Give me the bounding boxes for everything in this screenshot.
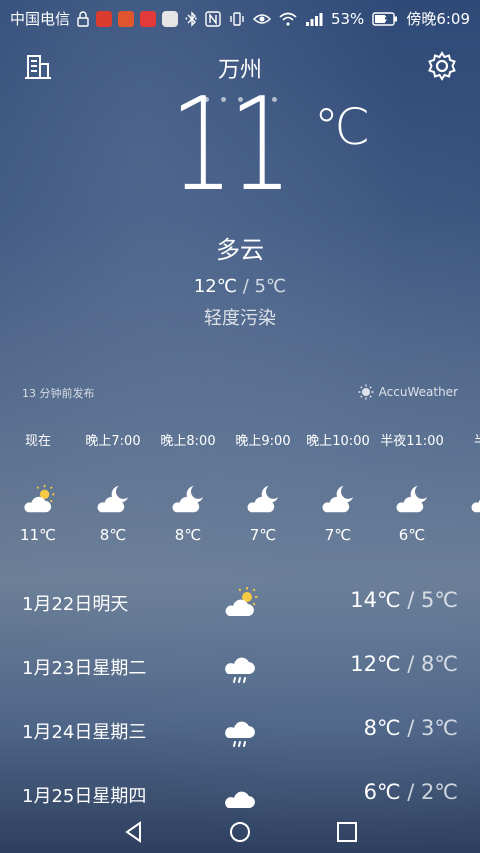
hourly-time: 晚上7:00 — [85, 434, 141, 449]
daily-high: 14℃ — [350, 588, 401, 612]
hourly-time: 晚上10:00 — [306, 434, 370, 449]
carrier-name: 中国电信 — [10, 10, 71, 28]
daily-date: 1月22日明天 — [22, 594, 129, 615]
hourly-temp: 7℃ — [324, 526, 352, 544]
news-app-icon — [96, 10, 113, 27]
hourly-time: 晚上9:00 — [235, 434, 291, 449]
hourly-temp: 6 — [451, 526, 480, 544]
daily-low: 2℃ — [421, 780, 458, 804]
battery-percent: 53% — [330, 9, 365, 28]
daily-temps: 14℃ / 5℃ — [350, 588, 458, 612]
bluetooth-icon — [187, 10, 196, 27]
hourly-item: 半夜11:00 6℃ — [376, 430, 448, 544]
hourly-time: 晚上8:00 — [160, 434, 216, 449]
accuweather-sun-icon — [358, 384, 374, 400]
hourly-temp: 6℃ — [398, 526, 426, 544]
today-high: 12℃ — [193, 276, 237, 297]
status-bar: 中国电信 ··· 53% 傍晚6:09 — [0, 0, 480, 34]
daily-date: 1月23日星期二 — [22, 658, 147, 679]
data-provider[interactable]: AccuWeather — [358, 384, 458, 400]
temp-separator: / — [400, 588, 422, 612]
clock: 傍晚6:09 — [406, 10, 470, 28]
settings-gear-icon[interactable] — [426, 50, 458, 82]
hourly-temp: 11℃ — [20, 526, 56, 544]
signal-icon — [305, 12, 323, 26]
current-temperature: 11 — [170, 71, 292, 220]
temp-separator: / — [400, 716, 422, 740]
home-icon[interactable] — [226, 818, 254, 846]
vibrate-icon — [230, 11, 244, 26]
today-low: 5℃ — [254, 276, 287, 297]
hourly-item: 晚上9:00 7℃ — [227, 430, 299, 544]
partly-cloudy-day-icon — [225, 587, 258, 616]
shopping-app-icon — [140, 10, 157, 27]
daily-temps: 6℃ / 2℃ — [364, 780, 458, 804]
hourly-time: 半夜11:00 — [380, 434, 444, 449]
daily-high: 8℃ — [363, 716, 401, 740]
video-app-icon — [118, 10, 135, 27]
light-rain-icon — [225, 721, 255, 747]
hourly-item: 晚上10:00 7℃ — [302, 430, 374, 544]
hourly-forecast[interactable]: 现在 11℃ 晚上7:00 8℃ 晚上8:00 8℃ 晚上9:00 7℃ 晚上10:00 7℃ 半夜… — [0, 430, 480, 550]
hourly-time: 现在 — [24, 434, 51, 449]
weather-condition: 多云 — [216, 236, 264, 264]
daily-row[interactable]: 1月24日星期三 8℃ / 3℃ — [0, 703, 480, 763]
hourly-temp: 8℃ — [174, 526, 202, 544]
battery-icon — [372, 11, 398, 26]
hourly-item: 晚上7:00 8℃ — [77, 430, 149, 544]
daily-low: 5℃ — [421, 588, 458, 612]
partly-cloudy-night-icon — [247, 485, 279, 513]
daily-low: 8℃ — [421, 652, 458, 676]
published-time: 13 分钟前发布 — [22, 387, 95, 400]
daily-row[interactable]: 1月23日星期二 12℃ / 8℃ — [0, 639, 480, 699]
temperature-unit: ℃ — [314, 98, 371, 156]
hourly-item: 半夜 6 — [451, 430, 480, 544]
partly-cloudy-night-icon — [322, 485, 354, 513]
air-quality[interactable]: 轻度污染 — [0, 304, 480, 330]
partly-cloudy-day-icon — [24, 484, 55, 513]
eye-comfort-icon — [252, 13, 271, 24]
cloudy-icon — [225, 791, 255, 808]
daily-temps: 12℃ / 8℃ — [350, 652, 458, 676]
hourly-temp: 7℃ — [249, 526, 277, 544]
nfc-icon — [205, 10, 221, 27]
daily-temps: 8℃ / 3℃ — [364, 716, 458, 740]
hourly-time: 半夜 — [451, 430, 480, 454]
wifi-icon — [279, 12, 297, 26]
temp-separator: / — [400, 780, 422, 804]
hourly-temp: 8℃ — [99, 526, 127, 544]
hourly-item: 晚上8:00 8℃ — [152, 430, 224, 544]
daily-high: 12℃ — [350, 652, 401, 676]
lock-notification-icon — [77, 10, 89, 27]
daily-high: 6℃ — [363, 780, 401, 804]
today-high-low: 12℃ / 5℃ — [0, 276, 480, 297]
partly-cloudy-night-icon — [172, 485, 204, 513]
light-rain-icon — [225, 657, 255, 683]
temp-separator: / — [400, 652, 422, 676]
daily-date: 1月25日星期四 — [22, 786, 147, 807]
back-icon[interactable] — [120, 818, 148, 846]
maps-app-icon — [162, 10, 179, 27]
navigation-bar — [0, 810, 480, 853]
partly-cloudy-night-icon — [471, 499, 480, 513]
daily-date: 1月24日星期三 — [22, 722, 147, 743]
daily-row[interactable]: 1月22日明天 14℃ / 5℃ — [0, 575, 480, 635]
daily-low: 3℃ — [421, 716, 458, 740]
temp-separator: / — [242, 276, 255, 297]
hourly-item: 现在 11℃ — [2, 430, 74, 544]
partly-cloudy-night-icon — [97, 485, 129, 513]
provider-name: AccuWeather — [378, 385, 458, 399]
partly-cloudy-night-icon — [396, 485, 428, 513]
recents-icon[interactable] — [333, 818, 361, 846]
